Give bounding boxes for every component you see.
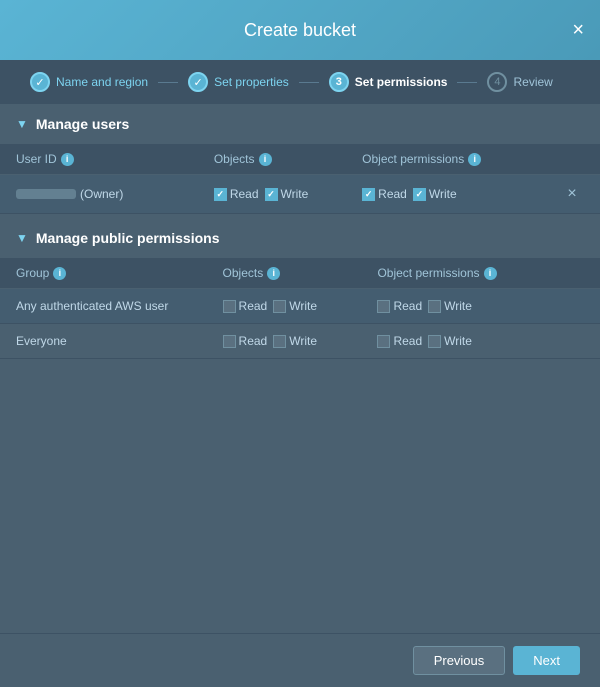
objects-read-checkbox[interactable] (214, 188, 227, 201)
group-info-icon[interactable]: i (53, 267, 66, 280)
userid-info-icon[interactable]: i (61, 153, 74, 166)
manage-users-chevron-icon: ▼ (16, 117, 28, 131)
objperms-info-icon[interactable]: i (468, 153, 481, 166)
objperms-read-label[interactable]: Read (362, 187, 407, 201)
user-row-delete[interactable]: × (560, 185, 584, 203)
step1-label: Name and region (56, 75, 148, 89)
manage-users-header[interactable]: ▼ Manage users (0, 104, 600, 144)
pub-aws-objperms-write-label[interactable]: Write (428, 299, 472, 313)
manage-public-chevron-icon: ▼ (16, 231, 28, 245)
pub-aws-objects-read-cb[interactable] (223, 300, 236, 313)
step-divider-2 (299, 82, 319, 83)
modal-body: ▼ Manage users User ID i Objects i Objec… (0, 104, 600, 633)
modal-footer: Previous Next (0, 633, 600, 687)
body-spacer (0, 359, 600, 539)
objects-write-checkbox[interactable] (265, 188, 278, 201)
pub-everyone-objects-write-label[interactable]: Write (273, 334, 317, 348)
pub-everyone-objects-cell: Read Write (223, 334, 378, 348)
manage-public-content: Group i Objects i Object permissions i A… (0, 258, 600, 359)
pub-aws-objects-write-cb[interactable] (273, 300, 286, 313)
user-id-cell: (Owner) (16, 187, 214, 201)
public-row-aws: Any authenticated AWS user Read Write (0, 289, 600, 324)
pub-everyone-objperms-read-cb[interactable] (377, 335, 390, 348)
pub-aws-objperms-read-label[interactable]: Read (377, 299, 422, 313)
objperms-write-label[interactable]: Write (413, 187, 457, 201)
step3-label: Set permissions (355, 75, 448, 89)
previous-button[interactable]: Previous (413, 646, 506, 675)
close-button[interactable]: × (572, 20, 584, 40)
user-id-blurred (16, 189, 76, 199)
objperms-cell: Read Write (362, 187, 560, 201)
pub-everyone-objects-read-cb[interactable] (223, 335, 236, 348)
step3-number-icon: 3 (329, 72, 349, 92)
group-everyone: Everyone (16, 334, 223, 348)
pub-everyone-objperms-write-label[interactable]: Write (428, 334, 472, 348)
next-button[interactable]: Next (513, 646, 580, 675)
col-header-objperms: Object permissions i (362, 152, 560, 166)
step-set-properties[interactable]: ✓ Set properties (178, 72, 299, 92)
step2-check-icon: ✓ (188, 72, 208, 92)
group-aws: Any authenticated AWS user (16, 299, 223, 313)
pub-everyone-objperms-write-cb[interactable] (428, 335, 441, 348)
public-table-header: Group i Objects i Object permissions i (0, 258, 600, 289)
pub-aws-objects-read-label[interactable]: Read (223, 299, 268, 313)
objects-write-label[interactable]: Write (265, 187, 309, 201)
pub-everyone-objperms-cell: Read Write (377, 334, 584, 348)
col-header-pub-objects: Objects i (223, 266, 378, 280)
objects-cell: Read Write (214, 187, 362, 201)
pub-everyone-objperms-read-label[interactable]: Read (377, 334, 422, 348)
step-name-region[interactable]: ✓ Name and region (20, 72, 158, 92)
objperms-read-checkbox[interactable] (362, 188, 375, 201)
modal: Create bucket × ✓ Name and region ✓ Set … (0, 0, 600, 687)
objects-read-label[interactable]: Read (214, 187, 259, 201)
manage-users-title: Manage users (36, 116, 129, 132)
pub-objects-info-icon[interactable]: i (267, 267, 280, 280)
pub-everyone-objects-write-cb[interactable] (273, 335, 286, 348)
step-divider-3 (457, 82, 477, 83)
pub-aws-objperms-cell: Read Write (377, 299, 584, 313)
users-table-header: User ID i Objects i Object permissions i (0, 144, 600, 175)
pub-aws-objects-cell: Read Write (223, 299, 378, 313)
wizard-steps: ✓ Name and region ✓ Set properties 3 Set… (0, 60, 600, 104)
modal-title: Create bucket (244, 20, 356, 41)
step-set-permissions[interactable]: 3 Set permissions (319, 72, 458, 92)
objperms-write-checkbox[interactable] (413, 188, 426, 201)
step2-label: Set properties (214, 75, 289, 89)
owner-suffix: (Owner) (80, 187, 123, 201)
col-header-pub-objperms: Object permissions i (377, 266, 584, 280)
user-row: (Owner) Read Write (0, 175, 600, 214)
public-row-everyone: Everyone Read Write (0, 324, 600, 359)
pub-aws-objperms-read-cb[interactable] (377, 300, 390, 313)
step-divider-1 (158, 82, 178, 83)
manage-users-content: User ID i Objects i Object permissions i (0, 144, 600, 214)
manage-public-header[interactable]: ▼ Manage public permissions (0, 218, 600, 258)
manage-public-section: ▼ Manage public permissions Group i Obje… (0, 218, 600, 359)
modal-header: Create bucket × (0, 0, 600, 60)
col-header-action (560, 152, 584, 166)
objects-info-icon[interactable]: i (259, 153, 272, 166)
step1-check-icon: ✓ (30, 72, 50, 92)
pub-everyone-objects-read-label[interactable]: Read (223, 334, 268, 348)
step4-number-icon: 4 (487, 72, 507, 92)
col-header-userid: User ID i (16, 152, 214, 166)
pub-objperms-info-icon[interactable]: i (484, 267, 497, 280)
pub-aws-objects-write-label[interactable]: Write (273, 299, 317, 313)
manage-public-title: Manage public permissions (36, 230, 220, 246)
manage-users-section: ▼ Manage users User ID i Objects i Objec… (0, 104, 600, 214)
pub-aws-objperms-write-cb[interactable] (428, 300, 441, 313)
step-review[interactable]: 4 Review (477, 72, 562, 92)
step4-label: Review (513, 75, 552, 89)
col-header-objects: Objects i (214, 152, 362, 166)
col-header-group: Group i (16, 266, 223, 280)
